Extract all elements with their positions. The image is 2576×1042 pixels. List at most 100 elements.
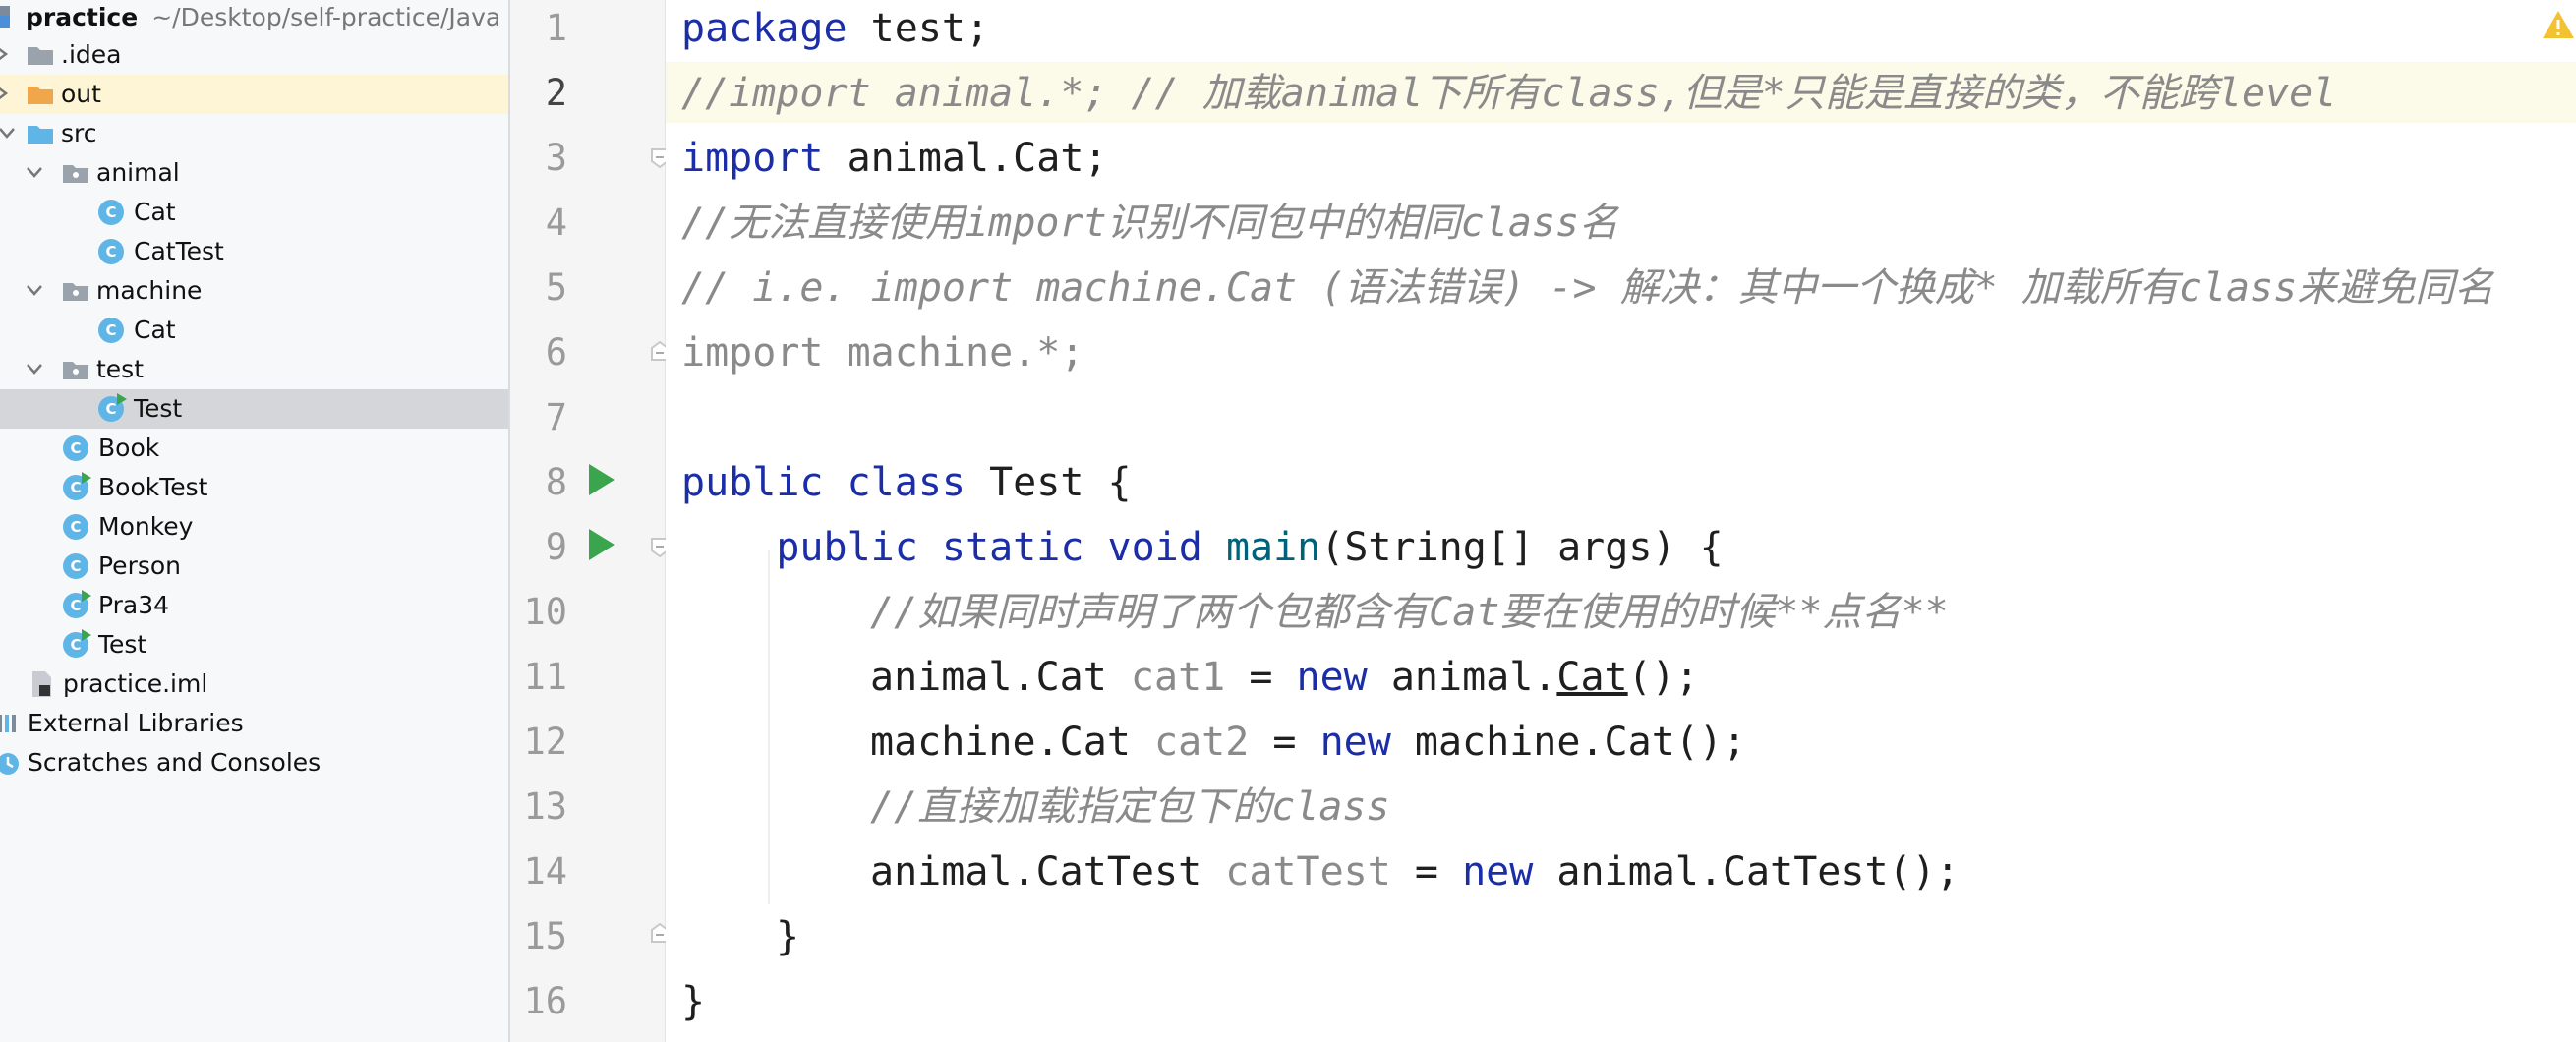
scratches-icon: [0, 748, 24, 778]
line-number: 1: [545, 7, 567, 49]
project-name: practice: [26, 3, 139, 31]
tree-row-test-test[interactable]: C Test: [0, 389, 508, 429]
line-number: 5: [545, 266, 567, 309]
class-icon: C: [61, 551, 90, 581]
module-icon: [0, 2, 18, 31]
tree-row-machine[interactable]: machine: [0, 271, 508, 311]
code-line-8: public class Test {: [681, 460, 1132, 505]
code-line-16: }: [681, 979, 706, 1024]
chevron-right-icon[interactable]: [0, 82, 14, 105]
tree-row-animal[interactable]: animal: [0, 153, 508, 193]
class-icon: C: [61, 512, 90, 542]
line-number: 16: [523, 980, 567, 1022]
tree-item-label: Cat: [134, 316, 176, 344]
code-line-3: import animal.Cat;: [681, 136, 1108, 181]
chevron-right-icon[interactable]: [0, 42, 14, 66]
tree-item-label: Pra34: [98, 591, 170, 619]
tree-row-src[interactable]: src: [0, 114, 508, 153]
tree-row-test-package[interactable]: test: [0, 350, 508, 389]
line-number: 3: [545, 137, 567, 179]
code-line-9: public static void main(String[] args) {: [776, 525, 1724, 570]
class-icon: C: [61, 434, 90, 463]
tree-row-practice-iml[interactable]: practice.iml: [0, 665, 508, 704]
tree-row-book[interactable]: C Book: [0, 429, 508, 468]
tree-item-label: animal: [96, 158, 180, 187]
tree-row-machine-cat[interactable]: C Cat: [0, 311, 508, 350]
line-number: 10: [523, 591, 567, 633]
line-number: 6: [545, 331, 567, 374]
code-editor[interactable]: package test; //import animal.*; // 加载an…: [666, 0, 2576, 1042]
line-number: 7: [545, 396, 567, 438]
code-line-12: machine.Cat cat2 = new machine.Cat();: [870, 720, 1747, 765]
line-number: 8: [545, 461, 567, 503]
line-number: 15: [523, 915, 567, 957]
tree-row-test[interactable]: C Test: [0, 625, 508, 665]
package-icon: [61, 355, 90, 384]
tree-row-booktest[interactable]: C BookTest: [0, 468, 508, 507]
tree-item-label: External Libraries: [28, 709, 244, 737]
code-line-1: package test;: [681, 6, 990, 51]
tree-row-idea[interactable]: .idea: [0, 35, 508, 75]
tree-row-scratches[interactable]: Scratches and Consoles: [0, 743, 508, 782]
tree-item-label: test: [96, 355, 145, 383]
tree-item-label: machine: [96, 276, 203, 305]
runnable-class-icon: C: [61, 472, 91, 502]
code-line-14: animal.CatTest catTest = new animal.CatT…: [870, 849, 1960, 895]
folder-icon: [26, 119, 55, 148]
chevron-down-icon[interactable]: [0, 121, 16, 145]
tree-item-label: Person: [98, 551, 182, 580]
folder-icon: [26, 80, 55, 109]
tree-item-label: out: [61, 80, 101, 108]
tree-row-monkey[interactable]: C Monkey: [0, 507, 508, 547]
chevron-down-icon[interactable]: [24, 357, 43, 380]
tree-item-label: Test: [98, 630, 147, 659]
tree-item-label: BookTest: [98, 473, 208, 501]
project-path: ~/Desktop/self-practice/Java: [151, 3, 501, 31]
indent-guide: [768, 550, 770, 904]
line-number: 9: [545, 526, 567, 568]
line-number: 11: [523, 656, 567, 698]
line-number: 4: [545, 202, 567, 244]
tree-row-pra34[interactable]: C Pra34: [0, 586, 508, 625]
tree-item-label: Book: [98, 434, 160, 462]
module-file-icon: [28, 669, 57, 699]
tree-item-label: Cat: [134, 198, 176, 226]
run-main-icon[interactable]: [589, 529, 615, 560]
chevron-down-icon[interactable]: [24, 160, 43, 184]
tree-item-label: CatTest: [134, 237, 224, 265]
chevron-down-icon[interactable]: [24, 278, 43, 302]
code-line-2: //import animal.*; // 加载animal下所有class,但…: [681, 71, 2337, 116]
warning-icon[interactable]: [2541, 8, 2576, 41]
runnable-class-icon: C: [61, 590, 91, 620]
tree-item-label: Scratches and Consoles: [28, 748, 322, 777]
tree-row-animal-cat[interactable]: C Cat: [0, 193, 508, 232]
tree-item-label: src: [61, 119, 97, 147]
package-icon: [61, 276, 90, 306]
libraries-icon: [0, 709, 26, 738]
folder-icon: [26, 40, 55, 70]
code-line-6: import machine.*;: [681, 330, 1084, 376]
class-icon: C: [96, 316, 126, 345]
runnable-class-icon: C: [96, 393, 127, 424]
run-class-icon[interactable]: [589, 464, 615, 495]
tree-item-label: practice.iml: [63, 669, 208, 698]
tree-row-project-root[interactable]: practice ~/Desktop/self-practice/Java: [0, 0, 508, 37]
editor-gutter: 1 2 3 4 5 6 7 8 9 10 11 12 13 14 15 16: [510, 0, 666, 1042]
line-number: 2: [545, 72, 567, 114]
package-icon: [61, 158, 90, 188]
class-icon: C: [96, 237, 126, 266]
code-line-10: //如果同时声明了两个包都含有Cat要在使用的时候**点名**: [870, 590, 1949, 635]
line-number: 14: [523, 850, 567, 893]
tree-item-label: Monkey: [98, 512, 194, 541]
runnable-class-icon: C: [61, 629, 91, 660]
code-line-13: //直接加载指定包下的class: [870, 784, 1390, 830]
tree-row-person[interactable]: C Person: [0, 547, 508, 586]
tree-row-out[interactable]: out: [0, 75, 508, 114]
tree-row-animal-cattest[interactable]: C CatTest: [0, 232, 508, 271]
tree-row-external-libraries[interactable]: External Libraries: [0, 704, 508, 743]
project-tree-panel: practice ~/Desktop/self-practice/Java .id…: [0, 0, 510, 1042]
code-line-5: // i.e. import machine.Cat (语法错误) -> 解决：…: [681, 265, 2494, 311]
line-number: 12: [523, 721, 567, 763]
class-icon: C: [96, 198, 126, 227]
code-line-11: animal.Cat cat1 = new animal.Cat();: [870, 655, 1699, 700]
